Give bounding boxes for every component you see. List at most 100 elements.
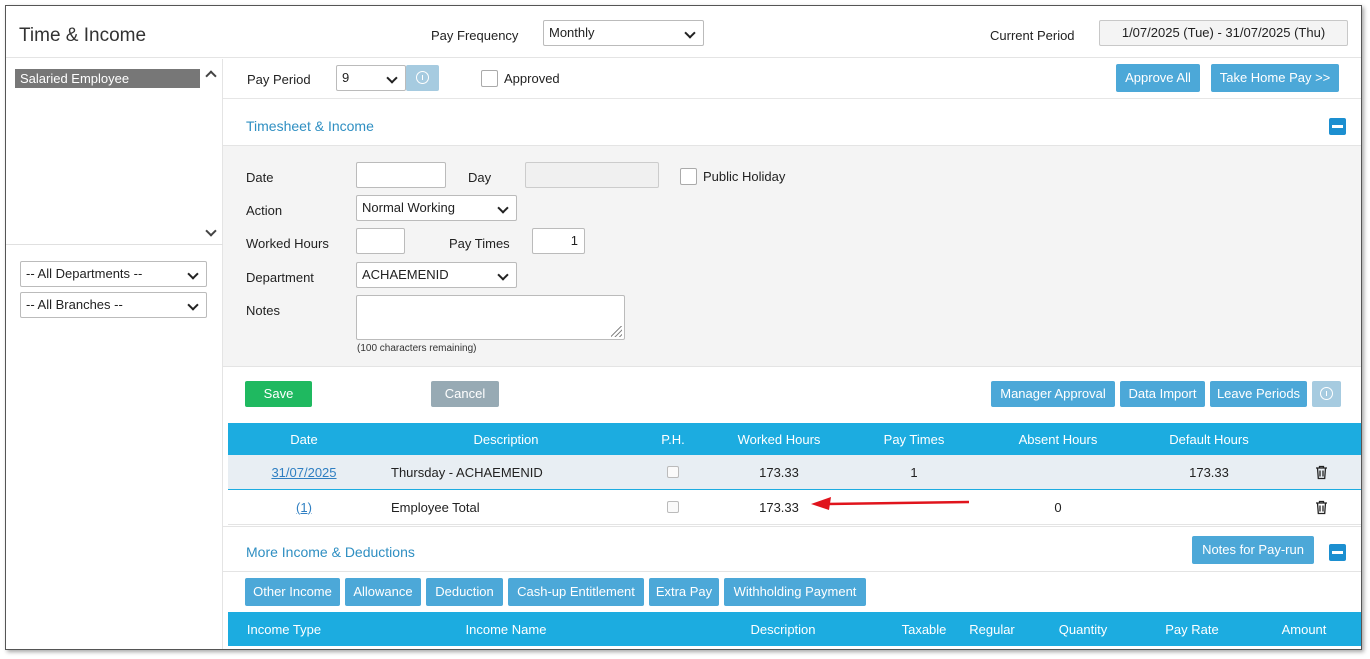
col-header-pay-times[interactable]: Pay Times bbox=[844, 423, 984, 455]
col-header-description[interactable]: Description bbox=[380, 423, 632, 455]
leave-info-button[interactable] bbox=[1312, 381, 1341, 407]
row-delete-cell bbox=[1306, 490, 1336, 524]
date-label: Date bbox=[246, 170, 274, 185]
approved-checkbox[interactable] bbox=[481, 70, 498, 87]
col-header-regular[interactable]: Regular bbox=[960, 612, 1024, 646]
divider bbox=[223, 571, 1361, 572]
table-row[interactable]: 31/07/2025 Thursday - ACHAEMENID 173.33 … bbox=[228, 455, 1361, 490]
timesheet-form: Date Day Public Holiday Action Normal Wo… bbox=[223, 145, 1361, 367]
day-label: Day bbox=[468, 170, 492, 185]
pay-period-label: Pay Period bbox=[247, 72, 311, 87]
col-header-date[interactable]: Date bbox=[228, 423, 380, 455]
table-row-total: (1) Employee Total 173.33 0 bbox=[228, 490, 1361, 525]
row-pay-times: 1 bbox=[910, 464, 918, 480]
pay-period-select[interactable]: 9 bbox=[336, 65, 406, 91]
info-icon bbox=[416, 71, 429, 84]
divider bbox=[223, 526, 1361, 527]
tab-withholding-payment[interactable]: Withholding Payment bbox=[724, 578, 866, 606]
current-period-display: 1/07/2025 (Tue) - 31/07/2025 (Thu) bbox=[1099, 20, 1348, 46]
collapse-more-income-icon[interactable] bbox=[1329, 544, 1346, 561]
col-header-ph[interactable]: P.H. bbox=[632, 423, 714, 455]
tab-cash-up-entitlement[interactable]: Cash-up Entitlement bbox=[508, 578, 644, 606]
scroll-down-icon[interactable] bbox=[205, 227, 215, 237]
leave-periods-button[interactable]: Leave Periods bbox=[1210, 381, 1307, 407]
tab-other-income[interactable]: Other Income bbox=[245, 578, 340, 606]
employee-list-item[interactable]: Salaried Employee bbox=[15, 69, 200, 88]
row-delete-cell bbox=[1306, 455, 1336, 489]
data-import-button[interactable]: Data Import bbox=[1120, 381, 1205, 407]
manager-approval-button[interactable]: Manager Approval bbox=[991, 381, 1115, 407]
sidebar: Salaried Employee -- All Departments -- … bbox=[6, 59, 223, 649]
resize-handle-icon[interactable] bbox=[611, 326, 622, 337]
chevron-down-icon bbox=[497, 202, 509, 214]
col-header-pay-rate[interactable]: Pay Rate bbox=[1150, 612, 1234, 646]
notes-remaining-count: (100 characters remaining) bbox=[357, 343, 477, 354]
chevron-down-icon bbox=[497, 269, 509, 281]
approved-label: Approved bbox=[504, 71, 560, 86]
tab-extra-pay[interactable]: Extra Pay bbox=[649, 578, 719, 606]
cancel-button[interactable]: Cancel bbox=[431, 381, 499, 407]
pay-frequency-label: Pay Frequency bbox=[431, 28, 519, 43]
save-button[interactable]: Save bbox=[245, 381, 312, 407]
col-header-default-hours[interactable]: Default Hours bbox=[1132, 423, 1286, 455]
row-count-link[interactable]: (1) bbox=[228, 490, 380, 524]
department-select[interactable]: ACHAEMENID bbox=[356, 262, 517, 288]
worked-hours-input[interactable] bbox=[356, 228, 405, 254]
info-icon bbox=[1320, 387, 1333, 400]
row-ph-cell bbox=[632, 455, 714, 489]
ph-checkbox[interactable] bbox=[667, 501, 679, 513]
main-content: Pay Period 9 Approved Approve All Take H… bbox=[223, 59, 1361, 649]
public-holiday-checkbox[interactable] bbox=[680, 168, 697, 185]
row-absent-hours bbox=[984, 455, 1132, 489]
col-header-absent-hours[interactable]: Absent Hours bbox=[984, 423, 1132, 455]
notes-textarea[interactable] bbox=[356, 295, 625, 340]
notes-for-payrun-button[interactable]: Notes for Pay-run bbox=[1192, 536, 1314, 564]
col-header-amount[interactable]: Amount bbox=[1264, 612, 1344, 646]
col-header-quantity[interactable]: Quantity bbox=[1043, 612, 1123, 646]
action-value: Normal Working bbox=[362, 200, 455, 215]
chevron-down-icon bbox=[684, 27, 696, 39]
approve-all-button[interactable]: Approve All bbox=[1116, 64, 1200, 92]
branch-filter-value: -- All Branches -- bbox=[26, 297, 123, 312]
row-date-link[interactable]: 31/07/2025 bbox=[228, 455, 380, 489]
chevron-down-icon bbox=[386, 72, 398, 84]
department-value: ACHAEMENID bbox=[362, 267, 449, 282]
annotation-arrow-icon bbox=[811, 497, 970, 510]
pay-times-input[interactable]: 1 bbox=[532, 228, 585, 254]
department-label: Department bbox=[246, 270, 314, 285]
branch-filter-select[interactable]: -- All Branches -- bbox=[20, 292, 207, 318]
col-header-description[interactable]: Description bbox=[708, 612, 858, 646]
page-title: Time & Income bbox=[19, 25, 147, 46]
chevron-down-icon bbox=[187, 299, 199, 311]
income-table-header: Income Type Income Name Description Taxa… bbox=[228, 612, 1361, 646]
collapse-timesheet-icon[interactable] bbox=[1329, 118, 1346, 135]
date-input[interactable] bbox=[356, 162, 446, 188]
timesheet-section-title: Timesheet & Income bbox=[246, 118, 374, 134]
pay-period-info-button[interactable] bbox=[406, 65, 439, 91]
employee-list[interactable]: Salaried Employee bbox=[6, 59, 223, 245]
col-header-income-name[interactable]: Income Name bbox=[428, 612, 584, 646]
trash-icon[interactable] bbox=[1315, 465, 1328, 480]
chevron-down-icon bbox=[187, 268, 199, 280]
day-input bbox=[525, 162, 659, 188]
tab-allowance[interactable]: Allowance bbox=[345, 578, 421, 606]
row-description: Employee Total bbox=[391, 499, 480, 515]
trash-icon[interactable] bbox=[1315, 500, 1328, 515]
top-bar: Time & Income Pay Frequency Monthly Curr… bbox=[6, 6, 1361, 58]
pay-frequency-select[interactable]: Monthly bbox=[543, 20, 704, 46]
col-header-income-type[interactable]: Income Type bbox=[228, 612, 340, 646]
pay-period-row: Pay Period 9 Approved Approve All Take H… bbox=[223, 59, 1361, 99]
tab-deduction[interactable]: Deduction bbox=[426, 578, 503, 606]
pay-period-value: 9 bbox=[342, 70, 350, 85]
col-header-worked-hours[interactable]: Worked Hours bbox=[714, 423, 844, 455]
row-description: Thursday - ACHAEMENID bbox=[391, 464, 543, 480]
pay-times-label: Pay Times bbox=[449, 236, 510, 251]
col-header-taxable[interactable]: Taxable bbox=[896, 612, 952, 646]
ph-checkbox[interactable] bbox=[667, 466, 679, 478]
take-home-pay-button[interactable]: Take Home Pay >> bbox=[1211, 64, 1339, 92]
department-filter-select[interactable]: -- All Departments -- bbox=[20, 261, 207, 287]
scroll-up-icon[interactable] bbox=[205, 69, 215, 79]
action-select[interactable]: Normal Working bbox=[356, 195, 517, 221]
row-default-hours bbox=[1132, 490, 1286, 524]
public-holiday-label: Public Holiday bbox=[703, 169, 786, 184]
